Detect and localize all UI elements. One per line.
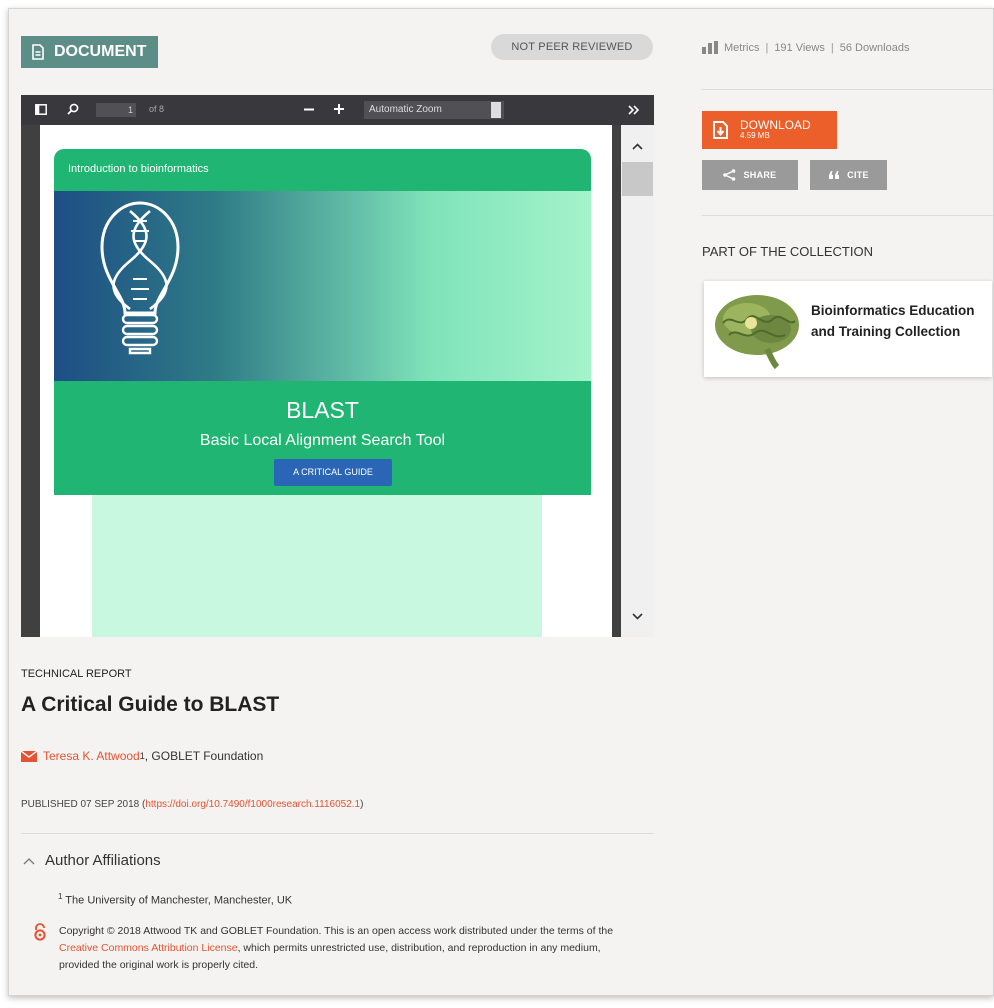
affiliations-heading: Author Affiliations	[45, 852, 161, 869]
page-number-input[interactable]: 1	[96, 103, 136, 117]
published-date: PUBLISHED 07 SEP 2018 (	[21, 799, 146, 810]
cover-title: BLAST	[286, 397, 359, 423]
zoom-in-icon[interactable]	[334, 104, 344, 114]
article-title: A Critical Guide to BLAST	[21, 693, 280, 716]
doi-link[interactable]: https://doi.org/10.7490/f1000research.11…	[145, 799, 360, 810]
metrics-bar: Metrics | 191 Views | 56 Downloads	[702, 41, 909, 54]
author-affiliations-toggle[interactable]: Author Affiliations	[23, 852, 161, 869]
affiliation-item: 1 The University of Manchester, Manchest…	[58, 892, 293, 907]
pdf-page: Introduction to bioinformatics BLAST Bas…	[40, 125, 612, 637]
share-icon	[723, 169, 736, 181]
download-icon	[713, 121, 728, 139]
cover-critical-guide-button: A CRITICAL GUIDE	[274, 459, 392, 486]
cover-banner	[54, 191, 591, 381]
chevron-up-icon	[23, 857, 35, 864]
quote-icon	[829, 171, 840, 179]
scroll-up-icon[interactable]	[632, 143, 643, 150]
report-type-label: TECHNICAL REPORT	[21, 668, 132, 680]
copyright-notice: Copyright © 2018 Attwood TK and GOBLET F…	[33, 923, 653, 974]
download-label: DOWNLOAD	[740, 118, 811, 132]
brain-icon	[715, 295, 799, 369]
author-name-link[interactable]: Teresa K. Attwood	[43, 749, 140, 763]
more-tools-icon[interactable]	[628, 105, 640, 115]
document-type-badge: DOCUMENT	[21, 36, 158, 68]
author-line: Teresa K. Attwood 1 , GOBLET Foundation	[21, 749, 263, 763]
copyright-text: Copyright © 2018 Attwood TK and GOBLET F…	[59, 925, 614, 971]
pdf-toolbar: 1 of 8 Automatic Zoom	[21, 95, 654, 125]
peer-review-status-badge: NOT PEER REVIEWED	[491, 34, 653, 60]
share-label: SHARE	[743, 170, 777, 180]
pdf-viewer: 1 of 8 Automatic Zoom Introduction to bi…	[21, 95, 654, 637]
cover-mint-panel	[92, 495, 542, 637]
email-icon[interactable]	[21, 750, 37, 762]
cite-label: CITE	[847, 170, 869, 180]
download-size: 4.59 MB	[740, 131, 770, 140]
cite-button[interactable]: CITE	[810, 160, 887, 190]
zoom-select[interactable]: Automatic Zoom	[364, 101, 504, 119]
search-icon[interactable]	[67, 103, 79, 115]
share-button[interactable]: SHARE	[702, 160, 798, 190]
scroll-down-icon[interactable]	[632, 613, 643, 620]
sidebar-toggle-icon[interactable]	[35, 104, 47, 115]
zoom-select-handle[interactable]	[491, 102, 501, 118]
page-frame: DOCUMENT NOT PEER REVIEWED 1 of 8 Automa…	[8, 8, 994, 996]
published-line: PUBLISHED 07 SEP 2018 (https://doi.org/1…	[21, 799, 363, 810]
document-badge-label: DOCUMENT	[54, 43, 147, 60]
divider	[702, 89, 993, 90]
cover-subtitle: Basic Local Alignment Search Tool	[199, 432, 446, 449]
license-link[interactable]: Creative Commons Attribution License	[59, 942, 238, 954]
download-button[interactable]: DOWNLOAD 4.59 MB	[702, 111, 837, 149]
divider	[702, 215, 993, 216]
divider	[21, 833, 654, 834]
bar-chart-icon	[702, 41, 718, 54]
cover-page: Introduction to bioinformatics BLAST Bas…	[54, 149, 591, 637]
collection-title-link[interactable]: Bioinformatics Education and Training Co…	[811, 300, 991, 342]
author-organization: , GOBLET Foundation	[144, 749, 264, 763]
pdf-scrollbar-thumb[interactable]	[622, 162, 653, 196]
pdf-scrollbar[interactable]	[621, 125, 654, 637]
dna-lightbulb-icon	[100, 201, 180, 355]
cover-header-text: Introduction to bioinformatics	[68, 163, 209, 175]
zoom-out-icon[interactable]	[304, 108, 314, 111]
document-icon	[32, 44, 44, 60]
downloads-count: 56 Downloads	[839, 41, 910, 54]
open-access-icon	[34, 923, 46, 941]
published-suffix: )	[360, 799, 364, 810]
page-count-text: of 8	[149, 104, 165, 114]
collection-card[interactable]: Bioinformatics Education and Training Co…	[704, 281, 992, 377]
collection-heading: PART OF THE COLLECTION	[702, 244, 873, 259]
metrics-link[interactable]: Metrics	[724, 42, 759, 54]
views-count: 191 Views	[774, 41, 825, 54]
